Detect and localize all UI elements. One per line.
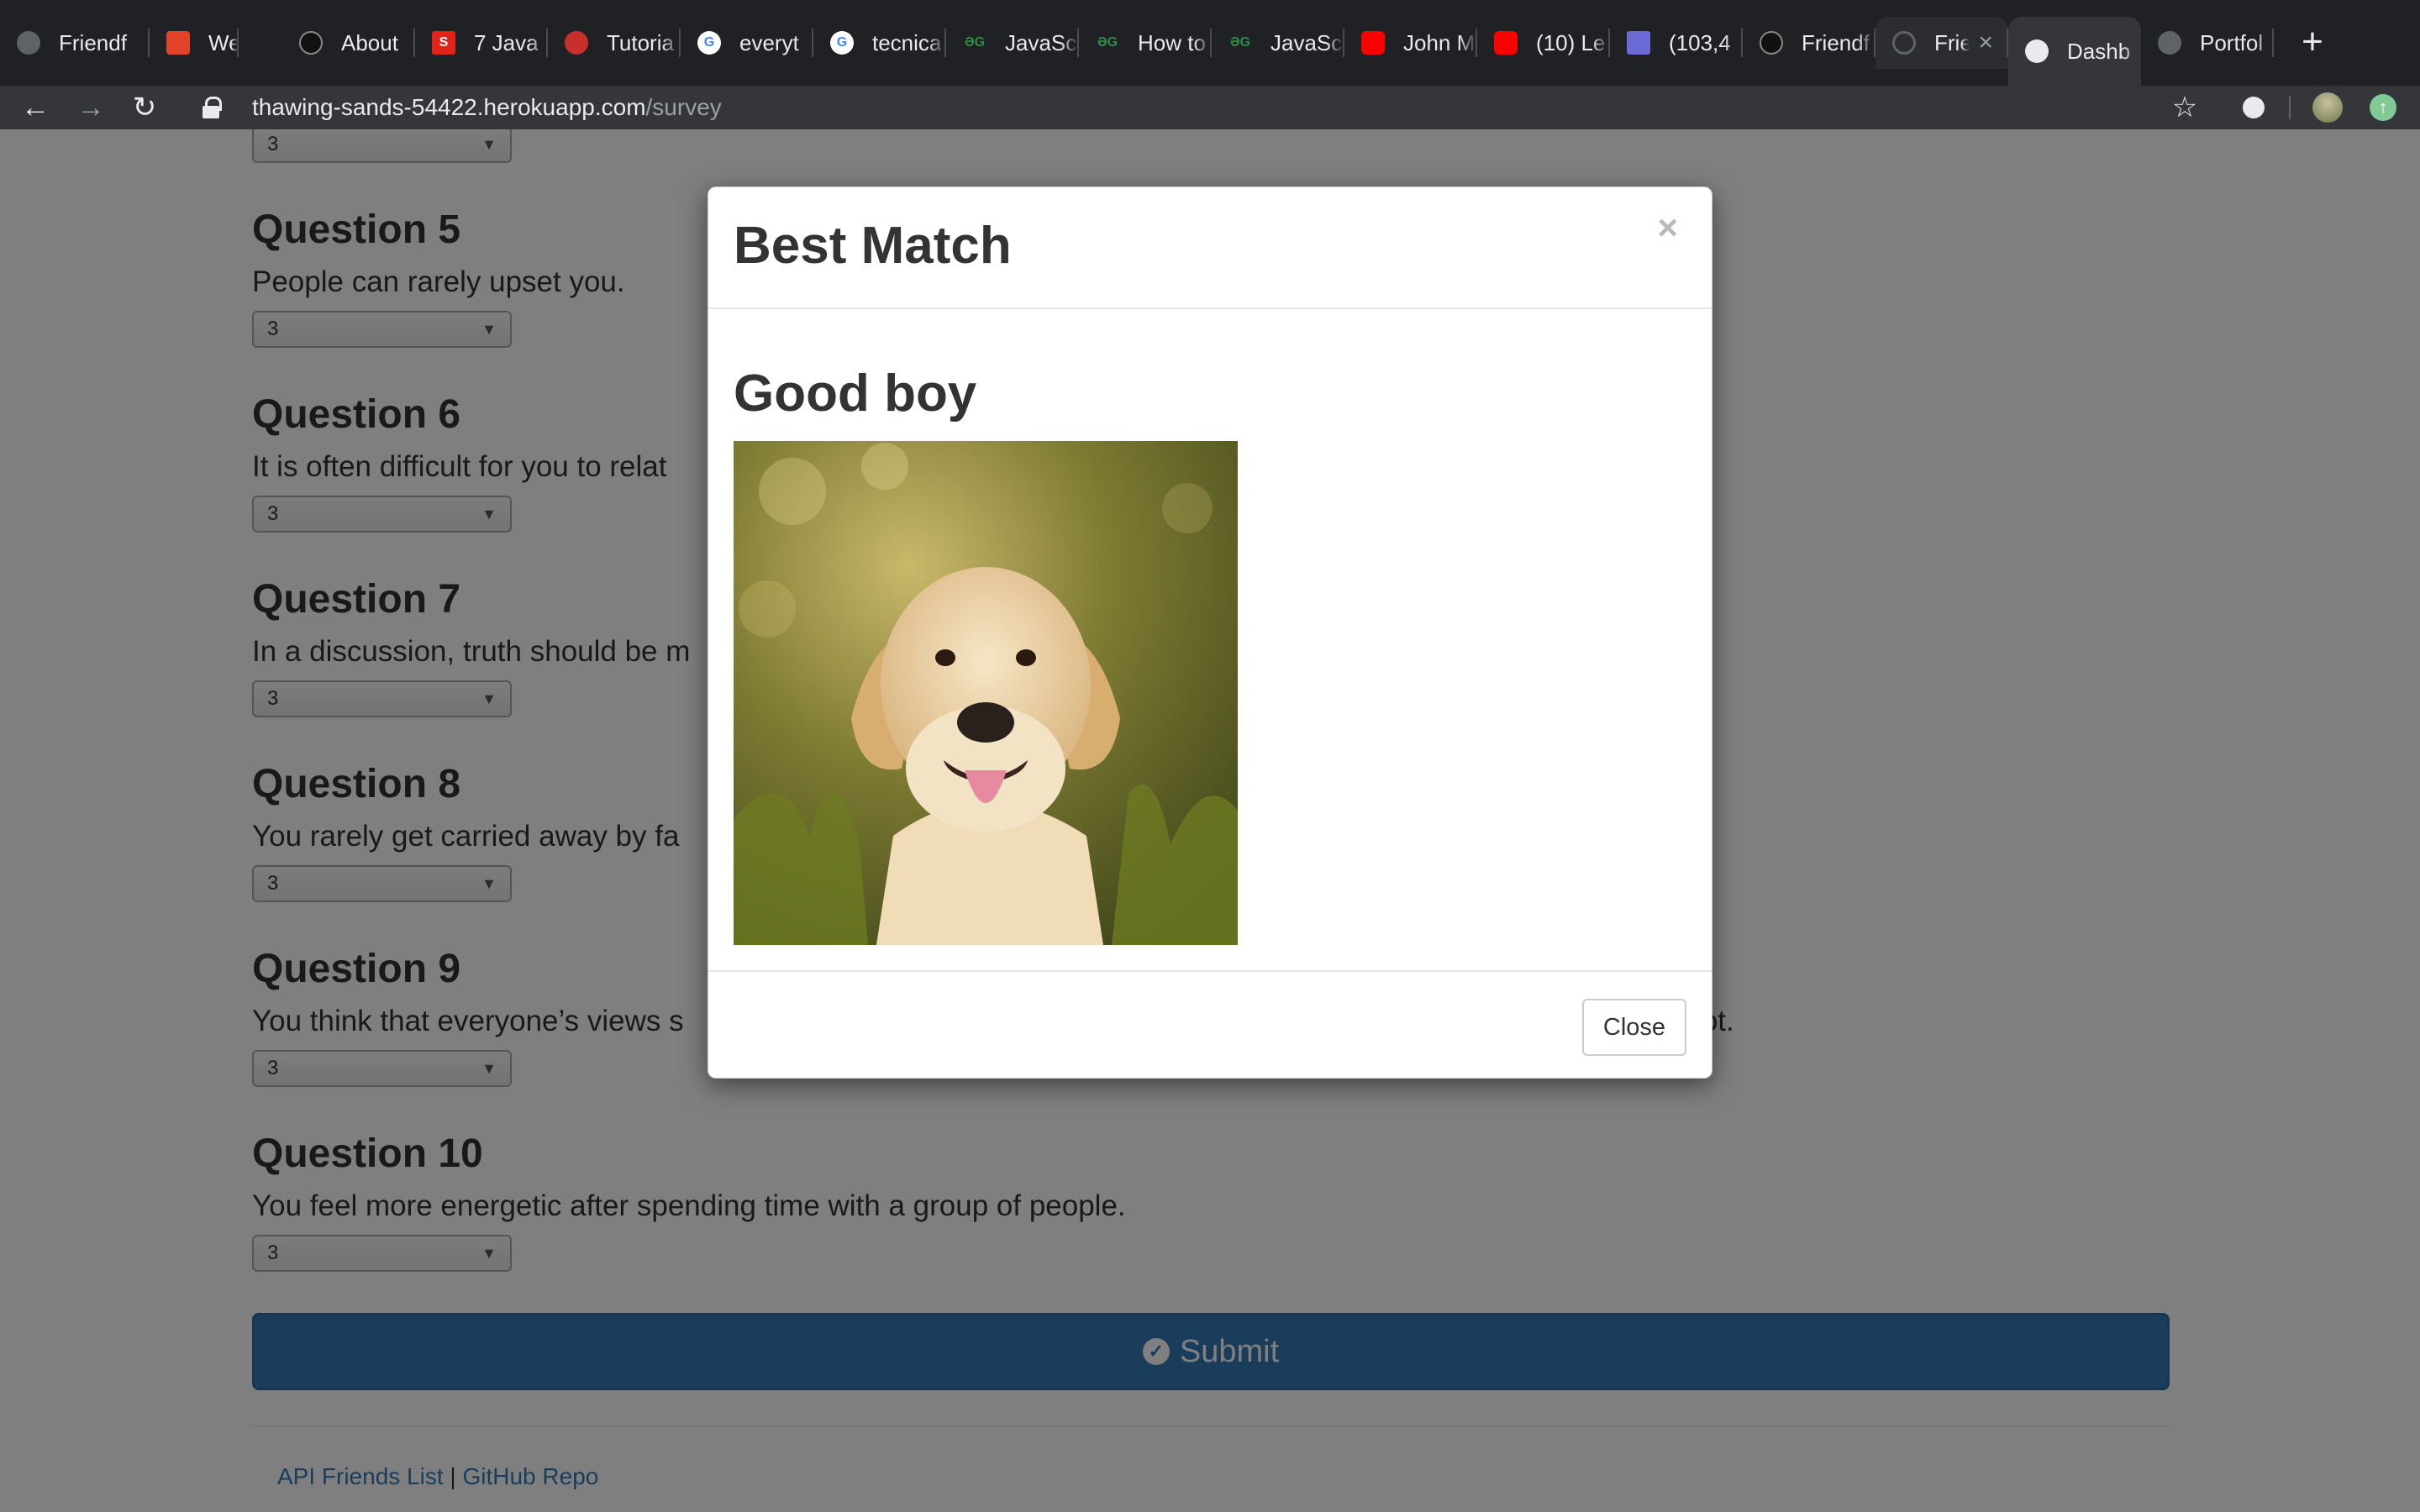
tab-title: Dashb: [2067, 38, 2131, 64]
url-host: thawing-sands-54422.herokuapp.com: [252, 94, 646, 120]
back-arrow-icon[interactable]: ←: [10, 86, 60, 129]
lock-icon: [198, 95, 224, 120]
tab-title: Tutoria: [607, 29, 674, 55]
youtube-icon: [1494, 31, 1518, 55]
tab[interactable]: Week-: [150, 17, 239, 69]
url-path: /survey: [645, 94, 722, 120]
youtube-icon: [1361, 31, 1385, 55]
site-icon: [565, 31, 588, 55]
google-icon: G: [697, 31, 721, 55]
modal-title: Best Match: [734, 217, 1012, 275]
tab[interactable]: ƏG JavaSc: [1212, 17, 1344, 69]
close-icon[interactable]: ×: [1657, 207, 1678, 248]
tab-title: 7 Java: [474, 29, 539, 55]
browser-toolbar: ← → ↻ thawing-sands-54422.herokuapp.com/…: [0, 86, 2420, 129]
geeks-icon: ƏG: [964, 35, 986, 50]
github-icon: [1760, 31, 1783, 55]
match-name: Good boy: [734, 365, 977, 423]
tab[interactable]: G everyt: [681, 17, 813, 69]
url-text[interactable]: thawing-sands-54422.herokuapp.com/survey: [252, 94, 722, 121]
tab-title: (103,4: [1669, 29, 1731, 55]
tab[interactable]: John M: [1344, 17, 1477, 69]
tab[interactable]: Friendf: [1743, 17, 1876, 69]
tab-active[interactable]: Frie ×: [1876, 17, 2008, 69]
tab-title: John M: [1403, 29, 1476, 55]
google-icon: G: [830, 31, 854, 55]
tab-title: JavaSc: [1005, 29, 1077, 55]
address-bar[interactable]: thawing-sands-54422.herokuapp.com/survey: [182, 86, 2249, 129]
update-icon[interactable]: ↑: [2368, 92, 2398, 123]
tab[interactable]: G tecnica: [813, 17, 946, 69]
modal-header: Best Match ×: [708, 187, 1712, 309]
avatar[interactable]: [2312, 92, 2343, 123]
bookmark-star-icon[interactable]: ☆: [2170, 92, 2200, 123]
tab-title: (10) Le: [1536, 29, 1606, 55]
tab[interactable]: (10) Le: [1477, 17, 1610, 69]
close-button[interactable]: Close: [1582, 999, 1686, 1056]
geeks-icon: ƏG: [1097, 35, 1118, 50]
tab[interactable]: Friendf: [0, 17, 150, 69]
tab-current[interactable]: Dashb: [2008, 17, 2141, 86]
geeks-icon: ƏG: [1229, 35, 1251, 50]
mail-icon: [1627, 31, 1650, 55]
tab-title: Friendf: [59, 29, 127, 55]
tab[interactable]: Portfol: [2141, 17, 2274, 69]
modal-footer: Close: [708, 970, 1712, 1079]
tab[interactable]: About: [282, 17, 415, 69]
reload-icon[interactable]: ↻: [119, 86, 170, 129]
loading-icon: [1892, 31, 1916, 55]
tab-title: everyt: [739, 29, 799, 55]
globe-icon: [2025, 39, 2049, 63]
tab-title: JavaSc: [1270, 29, 1343, 55]
tab-title: tecnica: [872, 29, 942, 55]
gitlab-icon: [166, 31, 190, 55]
tab[interactable]: (103,4: [1610, 17, 1743, 69]
globe-icon: [2158, 31, 2181, 55]
site-s-icon: S: [432, 31, 455, 55]
tab[interactable]: ƏG JavaSc: [946, 17, 1079, 69]
tab[interactable]: Tutoria: [548, 17, 681, 69]
tab-close-icon[interactable]: ×: [1978, 29, 1993, 57]
tab-title: Friendf: [1802, 29, 1870, 55]
tab[interactable]: ƏG How to: [1079, 17, 1212, 69]
new-tab-plus-icon[interactable]: +: [2292, 24, 2333, 64]
tab[interactable]: S 7 Java: [415, 17, 548, 69]
tab-title: Week-: [208, 29, 239, 55]
tab-strip: Friendf Week- About S 7 Java Tutoria G e…: [0, 0, 2420, 86]
toolbar-divider: [2289, 96, 2291, 119]
extension-icon[interactable]: [2238, 92, 2269, 123]
tab-title: About: [341, 29, 398, 55]
best-match-modal: Best Match × Good boy Close: [708, 186, 1712, 1079]
github-icon: [299, 31, 323, 55]
forward-arrow-icon[interactable]: →: [66, 86, 116, 129]
tab-title: Frie: [1934, 29, 1970, 55]
tab-title: How to: [1138, 29, 1206, 55]
tab-title: Portfol: [2200, 29, 2264, 55]
globe-icon: [17, 31, 40, 55]
match-photo: [734, 441, 1238, 945]
